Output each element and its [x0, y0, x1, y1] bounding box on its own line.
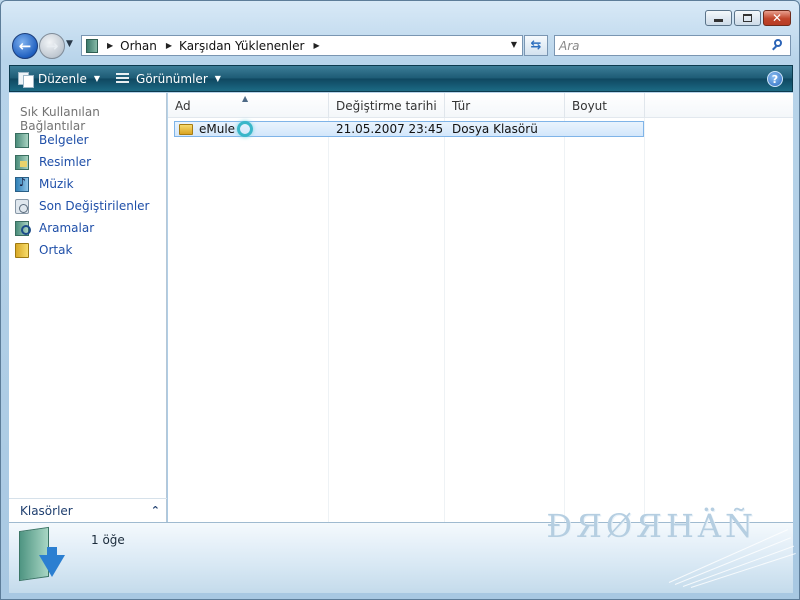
chevron-right-icon[interactable]: ▶ — [166, 41, 172, 50]
folders-label: Klasörler — [20, 503, 73, 518]
nav-item-label: Müzik — [39, 177, 74, 191]
file-modified-cell: 21.05.2007 23:45 — [336, 122, 444, 136]
caption-buttons: ✕ — [705, 10, 791, 26]
decorative-swoosh — [668, 529, 796, 589]
nav-item-label: Resimler — [39, 155, 92, 169]
public-icon — [15, 242, 29, 258]
nav-item-searches[interactable]: Aramalar — [15, 217, 149, 239]
close-button[interactable]: ✕ — [763, 10, 791, 26]
sort-ascending-icon: ▲ — [242, 94, 249, 103]
address-bar[interactable]: ▶ Orhan ▶ Karşıdan Yüklenenler ▶ ▼ — [81, 35, 523, 56]
chevron-down-icon: ▼ — [93, 74, 101, 83]
details-pane: 1 öğe ĐЯØЯHÄÑ — [9, 507, 796, 593]
searches-icon — [15, 220, 31, 236]
command-toolbar: Düzenle ▼ Görünümler ▼ ? — [9, 65, 793, 92]
search-icon[interactable] — [771, 38, 785, 52]
nav-item-label: Aramalar — [39, 221, 95, 235]
item-count: 1 öğe — [91, 533, 125, 547]
nav-item-label: Ortak — [39, 243, 73, 257]
views-button[interactable]: Görünümler ▼ — [116, 72, 221, 86]
chevron-up-icon: ⌃ — [150, 504, 160, 517]
refresh-icon: ⇆ — [530, 38, 542, 53]
column-header-type[interactable]: Tür — [445, 93, 565, 118]
organize-label: Düzenle — [38, 71, 87, 86]
arrow-left-icon: ← — [18, 37, 32, 55]
file-size-cell — [566, 121, 641, 137]
nav-item-recently-changed[interactable]: Son Değiştirilenler — [15, 195, 149, 217]
breadcrumb-downloads[interactable]: Karşıdan Yüklenenler — [179, 39, 304, 53]
file-name: eMule — [199, 122, 236, 136]
maximize-icon — [743, 14, 752, 22]
file-list: Ad ▲ Değiştirme tarihi Tür Boyut eMule 2… — [168, 93, 793, 522]
organize-button[interactable]: Düzenle ▼ — [18, 71, 101, 88]
folder-icon — [179, 123, 193, 135]
organize-icon — [18, 71, 34, 88]
close-icon: ✕ — [771, 11, 783, 25]
refresh-button[interactable]: ⇆ — [524, 35, 548, 56]
folder-icon — [86, 38, 98, 53]
minimize-button[interactable] — [705, 10, 732, 26]
minimize-icon — [714, 19, 723, 22]
favorite-links-list: Belgeler Resimler Müzik Son Değiştirilen… — [15, 129, 149, 261]
column-header-name[interactable]: Ad ▲ — [168, 93, 329, 118]
file-name-cell: eMule — [175, 121, 330, 137]
chevron-right-icon[interactable]: ▶ — [313, 41, 319, 50]
music-icon — [15, 176, 29, 192]
explorer-window: ✕ ← → ▼ ▶ Orhan ▶ Karşıdan Yüklenenler ▶… — [0, 0, 800, 600]
views-label: Görünümler — [136, 71, 208, 86]
pictures-icon — [15, 154, 29, 170]
busy-cursor-icon — [237, 121, 254, 137]
downloads-folder-icon — [19, 526, 65, 587]
nav-item-music[interactable]: Müzik — [15, 173, 149, 195]
folders-toggle[interactable]: Klasörler ⌃ — [9, 498, 167, 522]
nav-item-label: Son Değiştirilenler — [39, 199, 150, 213]
table-row[interactable]: eMule 21.05.2007 23:45 Dosya Klasörü — [174, 121, 644, 137]
forward-button[interactable]: → — [39, 33, 65, 59]
documents-icon — [15, 132, 29, 148]
views-icon — [116, 72, 130, 85]
back-button[interactable]: ← — [12, 33, 38, 59]
chevron-down-icon: ▼ — [66, 39, 73, 49]
chevron-right-icon[interactable]: ▶ — [107, 41, 113, 50]
column-gridlines — [168, 118, 793, 522]
maximize-button[interactable] — [734, 10, 761, 26]
arrow-right-icon: → — [45, 37, 59, 55]
chevron-down-icon: ▼ — [214, 74, 221, 83]
column-headers: Ad ▲ Değiştirme tarihi Tür Boyut — [168, 93, 793, 118]
recent-icon — [15, 198, 29, 214]
nav-item-pictures[interactable]: Resimler — [15, 151, 149, 173]
column-header-size[interactable]: Boyut — [565, 93, 645, 118]
breadcrumb-orhan[interactable]: Orhan — [120, 39, 157, 53]
nav-item-documents[interactable]: Belgeler — [15, 129, 149, 151]
file-type-cell: Dosya Klasörü — [452, 122, 538, 136]
search-placeholder: Ara — [559, 38, 580, 53]
navigation-pane: Sık Kullanılan Bağlantılar Belgeler Resi… — [9, 93, 167, 522]
nav-item-public[interactable]: Ortak — [15, 239, 149, 261]
help-icon[interactable]: ? — [767, 71, 783, 87]
address-dropdown-icon[interactable]: ▼ — [511, 40, 517, 49]
nav-item-label: Belgeler — [39, 133, 89, 147]
recent-pages-dropdown[interactable]: ▼ — [66, 39, 73, 49]
column-header-modified[interactable]: Değiştirme tarihi — [329, 93, 445, 118]
search-input[interactable]: Ara — [554, 35, 791, 56]
